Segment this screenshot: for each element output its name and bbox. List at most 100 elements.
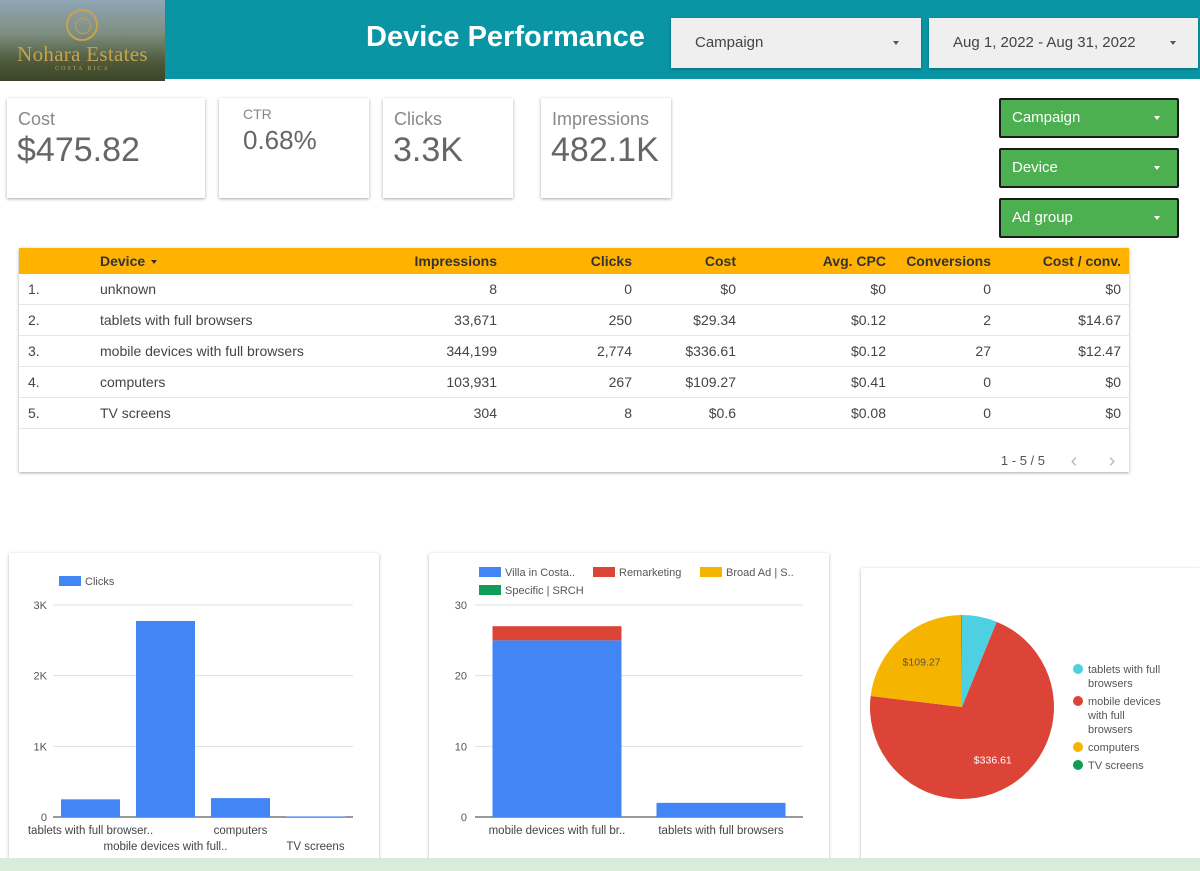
cell-clicks: 2,774	[596, 343, 632, 359]
logo-sub-text: COSTA RICA	[55, 66, 110, 72]
legend-swatch	[700, 567, 722, 577]
legend-dot	[1073, 742, 1083, 752]
column-header-clicks[interactable]: Clicks	[591, 248, 632, 274]
cell-row-number: 1.	[28, 281, 40, 297]
filter-campaign[interactable]: Campaign	[999, 98, 1179, 138]
date-range-picker[interactable]: Aug 1, 2022 - Aug 31, 2022	[929, 18, 1198, 68]
cell-impressions: 33,671	[454, 312, 497, 328]
legend-dot	[1073, 760, 1083, 770]
column-header-device[interactable]: Device	[100, 248, 158, 274]
cell-cost: $336.61	[685, 343, 736, 359]
legend-label: Specific | SRCH	[505, 585, 584, 597]
brand-logo[interactable]: Nohara Estates COSTA RICA	[0, 0, 165, 81]
chevron-right-icon[interactable]: ›	[1102, 451, 1122, 471]
cell-conversions: 0	[983, 374, 991, 390]
y-tick-label: 20	[455, 671, 467, 683]
legend-label: Villa in Costa..	[505, 567, 575, 579]
logo-emblem-icon	[66, 9, 98, 41]
bar	[286, 816, 345, 817]
legend-label: tablets with full	[1088, 664, 1160, 676]
cell-device: computers	[100, 374, 166, 390]
table-row[interactable]: 4. computers 103,931 267 $109.27 $0.41 0 $0	[19, 367, 1129, 398]
chevron-down-icon	[1154, 166, 1160, 170]
y-tick-label: 1K	[34, 741, 48, 753]
cell-conversions: 2	[983, 312, 991, 328]
x-tick-label: mobile devices with full..	[104, 841, 228, 853]
campaign-dropdown-label: Campaign	[695, 34, 764, 51]
column-header-cost[interactable]: Cost	[705, 248, 736, 274]
campaign-stacked-bar-chart-svg: Villa in Costa.. Remarketing Broad Ad | S.…	[455, 567, 803, 837]
cell-avg-cpc: $0.08	[850, 405, 886, 421]
cell-impressions: 103,931	[446, 374, 497, 390]
cell-cost-per-conv: $12.47	[1078, 343, 1121, 359]
cell-row-number: 4.	[28, 374, 40, 390]
cell-device: unknown	[100, 281, 157, 297]
cell-impressions: 8	[489, 281, 497, 297]
filter-label: Ad group	[1012, 209, 1073, 226]
cost-pie-chart-svg: $336.61 $109.27 tablets with full browsers m…	[870, 615, 1161, 799]
y-tick-label: 3K	[34, 600, 48, 612]
column-header-conversions[interactable]: Conversions	[906, 248, 991, 274]
column-header-cost-per-conv[interactable]: Cost / conv.	[1043, 248, 1121, 274]
campaign-stacked-bar-chart: Villa in Costa.. Remarketing Broad Ad | S.…	[429, 553, 829, 871]
bar	[211, 798, 270, 817]
bar	[61, 799, 120, 817]
legend-label: Clicks	[85, 576, 115, 588]
legend-label: browsers	[1088, 724, 1133, 736]
y-tick-label: 30	[455, 600, 467, 612]
column-header-impressions[interactable]: Impressions	[415, 248, 497, 274]
page-title: Device Performance	[366, 21, 645, 53]
chevron-left-icon[interactable]: ‹	[1064, 451, 1084, 471]
cell-row-number: 5.	[28, 405, 40, 421]
cost-pie-chart: $336.61 $109.27 tablets with full browsers m…	[861, 568, 1200, 871]
cell-conversions: 27	[975, 343, 991, 359]
scorecard-value: 482.1K	[551, 131, 659, 169]
cell-cost-per-conv: $14.67	[1078, 312, 1121, 328]
filter-ad-group[interactable]: Ad group	[999, 198, 1179, 238]
cell-cost: $0	[720, 281, 736, 297]
cell-clicks: 0	[624, 281, 632, 297]
x-tick-label: TV screens	[286, 841, 344, 853]
scorecard-value: 0.68%	[243, 125, 317, 155]
device-table: Device Impressions Clicks Cost Avg. CPC …	[19, 248, 1129, 472]
legend-swatch	[479, 585, 501, 595]
bar-segment	[492, 626, 622, 641]
legend-dot	[1073, 696, 1083, 706]
legend-swatch	[59, 576, 81, 586]
cell-cost: $109.27	[685, 374, 736, 390]
table-row[interactable]: 2. tablets with full browsers 33,671 250 $29…	[19, 305, 1129, 336]
legend-swatch	[593, 567, 615, 577]
legend-label: browsers	[1088, 678, 1133, 690]
cell-row-number: 2.	[28, 312, 40, 328]
scorecard-value: $475.82	[17, 131, 140, 169]
cell-cost-per-conv: $0	[1105, 281, 1121, 297]
cell-avg-cpc: $0.12	[850, 343, 886, 359]
scorecard-label: Impressions	[552, 109, 650, 129]
table-row[interactable]: 3. mobile devices with full browsers 344,1…	[19, 336, 1129, 367]
cell-conversions: 0	[983, 281, 991, 297]
date-range-label: Aug 1, 2022 - Aug 31, 2022	[953, 34, 1136, 51]
filter-label: Campaign	[1012, 109, 1081, 126]
filter-device[interactable]: Device	[999, 148, 1179, 188]
clicks-bar-chart-svg: Clicks 0 1K 2K 3K tablets with full browser..…	[28, 576, 353, 853]
cell-impressions: 344,199	[446, 343, 497, 359]
column-header-avg-cpc[interactable]: Avg. CPC	[823, 248, 886, 274]
y-tick-label: 2K	[34, 671, 48, 683]
table-row[interactable]: 1. unknown 8 0 $0 $0 0 $0	[19, 274, 1129, 305]
legend-label: Remarketing	[619, 567, 681, 579]
cell-cost-per-conv: $0	[1105, 374, 1121, 390]
scorecard-label: CTR	[243, 106, 272, 122]
campaign-dropdown[interactable]: Campaign	[671, 18, 921, 68]
scorecard-label: Cost	[18, 109, 56, 129]
cell-row-number: 3.	[28, 343, 40, 359]
cell-device: tablets with full browsers	[100, 312, 253, 328]
pie-data-label: $109.27	[903, 657, 941, 669]
clicks-bar-chart: Clicks 0 1K 2K 3K tablets with full browser..…	[9, 553, 379, 871]
chevron-down-icon	[1154, 216, 1160, 220]
cell-avg-cpc: $0.41	[850, 374, 886, 390]
x-tick-label: tablets with full browsers	[658, 825, 784, 837]
table-row[interactable]: 5. TV screens 304 8 $0.6 $0.08 0 $0	[19, 398, 1129, 429]
legend-swatch	[479, 567, 501, 577]
scorecard-ctr: CTR 0.68%	[219, 98, 369, 198]
y-tick-label: 0	[461, 812, 467, 824]
